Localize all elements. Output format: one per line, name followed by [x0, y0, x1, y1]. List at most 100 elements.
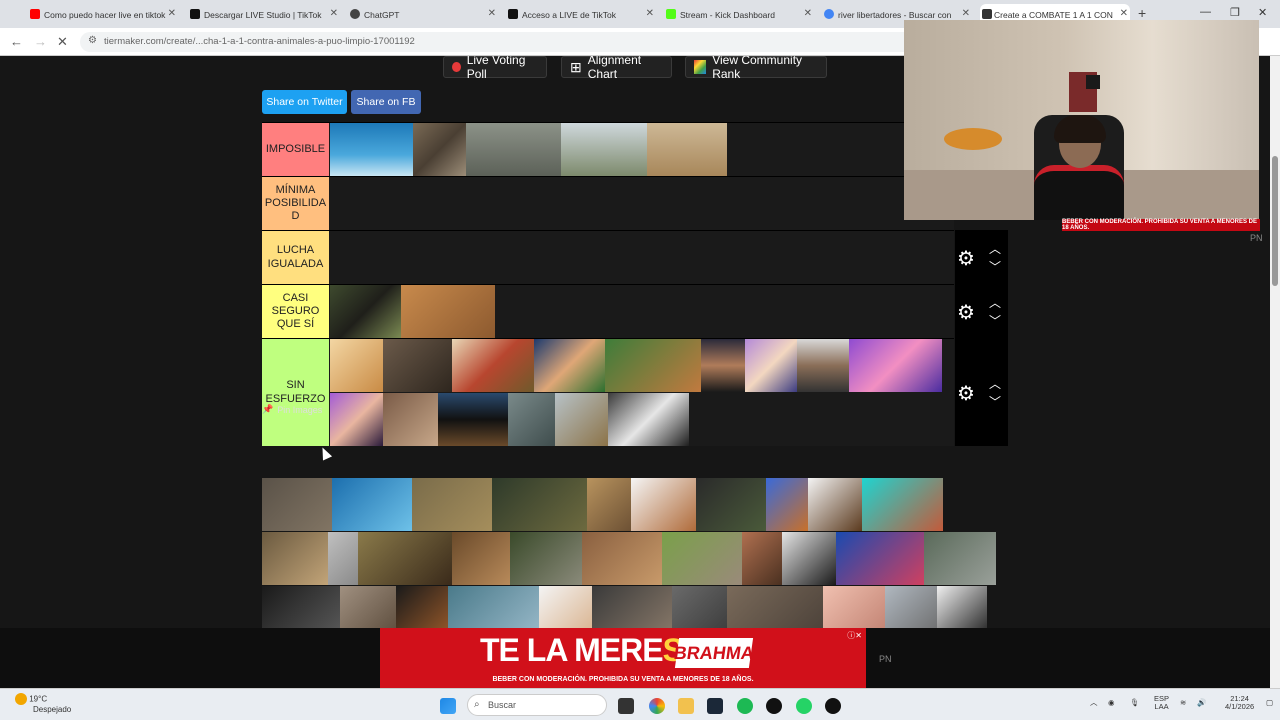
tab-5[interactable]: Stream - Kick Dashboard ✕ [666, 4, 814, 26]
language-indicator[interactable]: ESP LAA [1154, 694, 1169, 712]
site-info-icon[interactable]: ⚙ [88, 35, 97, 46]
close-icon[interactable]: ✕ [646, 8, 654, 19]
gear-icon[interactable]: ⚙ [957, 381, 975, 406]
live-voting-poll-button[interactable]: Live Voting Poll [443, 56, 547, 81]
chevron-down-icon[interactable]: ﹀ [989, 258, 1001, 275]
forward-icon[interactable]: → [34, 34, 47, 49]
tab-2[interactable]: Descargar LIVE Studio | TikTok ✕ [190, 4, 340, 26]
scrollbar-thumb[interactable] [1272, 156, 1278, 286]
page-scrollbar[interactable] [1270, 56, 1280, 688]
squid-image[interactable] [836, 532, 924, 585]
close-icon[interactable]: ✕ [330, 8, 338, 19]
tab-1[interactable]: Como puedo hacer live en tiktok ✕ [30, 4, 178, 26]
network-icon[interactable]: ◉ [1108, 698, 1115, 707]
chevron-up-icon[interactable]: ︿ [1090, 698, 1098, 707]
t-rex-image[interactable] [631, 478, 696, 531]
black-horse-image[interactable] [782, 532, 836, 585]
crocodile-image[interactable] [924, 532, 996, 585]
taskbar-search[interactable]: ⌕ Buscar [467, 694, 607, 716]
share-fb-button[interactable]: Share on FB [351, 90, 421, 114]
alignment-chart-button[interactable]: ⊞ Alignment Chart [561, 56, 672, 81]
beaver-image[interactable] [452, 532, 510, 585]
man-waving-image[interactable] [797, 339, 849, 392]
woman-purple-image[interactable] [330, 393, 383, 446]
wolf-image[interactable] [413, 123, 466, 176]
whatsapp-icon[interactable] [796, 698, 812, 714]
share-twitter-button[interactable]: Share on Twitter [262, 90, 347, 114]
dolphin-image[interactable] [332, 478, 412, 531]
tiktok-app-icon[interactable] [825, 698, 841, 714]
task-view-icon[interactable] [618, 698, 634, 714]
spotify-icon[interactable] [737, 698, 753, 714]
rooster-image[interactable] [452, 339, 534, 392]
back-icon[interactable]: ← [10, 34, 23, 49]
tier-label[interactable]: CASI SEGURO QUE SÍ [262, 285, 329, 338]
chevron-up-icon[interactable]: ︿ [989, 240, 1001, 257]
stonefish-image[interactable] [492, 478, 587, 531]
tier-label[interactable]: SIN ESFUERZO [262, 339, 329, 446]
community-rank-button[interactable]: View Community Rank [685, 56, 827, 81]
tier-label[interactable]: IMPOSIBLE [262, 123, 329, 176]
boy-meme-image[interactable] [534, 339, 605, 392]
horse-image[interactable] [766, 478, 808, 531]
tier-label[interactable]: LUCHA IGUALADA [262, 231, 329, 284]
gamer-man-image[interactable] [701, 339, 745, 392]
chrome-icon[interactable] [649, 698, 665, 714]
clock[interactable]: 21:24 4/1/2026 [1225, 694, 1254, 712]
skunk-image[interactable] [608, 393, 689, 446]
armadillo-image[interactable] [582, 532, 662, 585]
proboscis-monkey-image[interactable] [605, 339, 701, 392]
eagle-image[interactable] [808, 478, 862, 531]
notification-icon[interactable]: ▢ [1266, 698, 1273, 707]
steam-icon[interactable] [707, 698, 723, 714]
chevron-up-icon[interactable]: ︿ [989, 375, 1001, 392]
condor-image[interactable] [561, 123, 647, 176]
close-icon[interactable]: ✕ [962, 8, 970, 19]
restore-icon[interactable]: ❐ [1230, 6, 1240, 19]
close-icon[interactable]: ✕ [488, 8, 496, 19]
tab-3[interactable]: ChatGPT ✕ [350, 4, 498, 26]
new-tab-button[interactable]: + [1138, 5, 1146, 21]
vulture-image[interactable] [696, 478, 766, 531]
close-icon[interactable]: ✕ [804, 8, 812, 19]
warthog-image[interactable] [412, 478, 492, 531]
gear-icon[interactable]: ⚙ [957, 246, 975, 271]
moose-image[interactable] [358, 532, 452, 585]
folder-icon[interactable] [678, 698, 694, 714]
wolf-pack-image[interactable] [466, 123, 561, 176]
anime-girl-image[interactable] [745, 339, 797, 392]
giraffe-image[interactable] [647, 123, 727, 176]
owl-stump-image[interactable] [383, 393, 438, 446]
cat-image[interactable] [401, 285, 495, 338]
volume-icon[interactable]: 🔊 [1197, 698, 1206, 707]
chevron-up-icon[interactable]: ︿ [989, 294, 1001, 311]
pin-images-toggle[interactable]: 📌 Pin Images [262, 404, 322, 415]
majin-buu-image[interactable] [849, 339, 942, 392]
close-icon[interactable]: ✕ [168, 8, 176, 19]
squirrel-image[interactable] [510, 532, 582, 585]
weather-widget[interactable]: 19°C Despejado [15, 693, 71, 714]
close-icon[interactable]: ✕ [1120, 8, 1128, 19]
tab-4[interactable]: Acceso a LIVE de TikTok ✕ [508, 4, 656, 26]
shoebill-image[interactable] [508, 393, 555, 446]
bodybuilder-image[interactable] [742, 532, 782, 585]
stop-icon[interactable]: ✕ [57, 34, 68, 50]
sloth-image[interactable] [262, 532, 328, 585]
centipede-image[interactable] [383, 339, 452, 392]
mic-icon[interactable]: 🎙 [1130, 698, 1140, 707]
cougar-image[interactable] [587, 478, 631, 531]
close-window-icon[interactable]: ✕ [1258, 6, 1267, 19]
tier-label[interactable]: MÍNIMA POSIBILIDA D [262, 177, 329, 230]
hamster-image[interactable] [330, 339, 383, 392]
donkey-image[interactable] [662, 532, 742, 585]
pelican-image[interactable] [555, 393, 608, 446]
ad-info-icon[interactable]: ⓘ✕ [847, 630, 862, 641]
chevron-down-icon[interactable]: ﹀ [989, 393, 1001, 410]
brahma-ad[interactable]: TE LA MERESED BRAHMA BEBER CON MODERACIÓ… [380, 628, 866, 688]
octopus-image[interactable] [862, 478, 943, 531]
gear-icon[interactable]: ⚙ [957, 300, 975, 325]
bats-image[interactable] [438, 393, 508, 446]
windows-start-icon[interactable] [440, 698, 456, 714]
heron-image[interactable] [328, 532, 358, 585]
chevron-down-icon[interactable]: ﹀ [989, 312, 1001, 329]
